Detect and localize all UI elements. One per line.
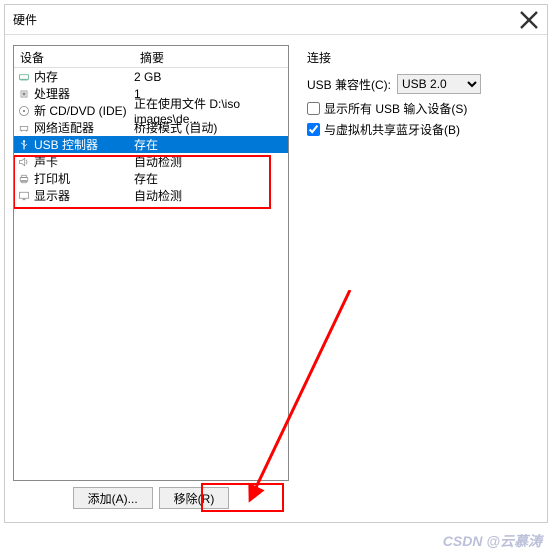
device-summary: 存在 [132,170,288,187]
printer-icon [16,173,32,185]
sound-icon [16,156,32,168]
device-summary: 2 GB [132,70,288,84]
show-all-usb-row[interactable]: 显示所有 USB 输入设备(S) [307,100,535,117]
device-row[interactable]: 新 CD/DVD (IDE)正在使用文件 D:\iso images\de... [14,102,288,119]
bottom-buttons: 添加(A)... 移除(R) [13,481,289,515]
device-label: 打印机 [32,170,132,187]
compat-select[interactable]: USB 2.0 [397,74,481,94]
device-summary: 桥接模式 (自动) [132,119,288,136]
cd-icon [16,105,32,117]
header-device: 设备 [14,46,134,67]
device-row[interactable]: 显示器自动检测 [14,187,288,204]
content-area: 设备 摘要 内存2 GB处理器1新 CD/DVD (IDE)正在使用文件 D:\… [5,35,547,523]
titlebar: 硬件 [5,5,547,35]
compat-row: USB 兼容性(C): USB 2.0 [307,74,535,94]
device-row[interactable]: 声卡自动检测 [14,153,288,170]
cpu-icon [16,88,32,100]
share-bluetooth-label: 与虚拟机共享蓝牙设备(B) [324,121,460,138]
connection-title: 连接 [307,49,535,66]
memory-icon [16,71,32,83]
display-icon [16,190,32,202]
list-header: 设备 摘要 [14,46,288,68]
watermark: CSDN @云慕涛 [443,531,542,551]
device-list[interactable]: 设备 摘要 内存2 GB处理器1新 CD/DVD (IDE)正在使用文件 D:\… [13,45,289,481]
device-label: 内存 [32,68,132,85]
add-button[interactable]: 添加(A)... [73,487,153,509]
device-label: 网络适配器 [32,119,132,136]
device-summary: 自动检测 [132,187,288,204]
left-panel: 设备 摘要 内存2 GB处理器1新 CD/DVD (IDE)正在使用文件 D:\… [13,45,289,519]
close-icon [519,10,539,30]
network-icon [16,122,32,134]
share-bluetooth-row[interactable]: 与虚拟机共享蓝牙设备(B) [307,121,535,138]
device-label: 显示器 [32,187,132,204]
device-label: 新 CD/DVD (IDE) [32,102,132,119]
show-all-usb-checkbox[interactable] [307,102,320,115]
device-row[interactable]: 内存2 GB [14,68,288,85]
share-bluetooth-checkbox[interactable] [307,123,320,136]
show-all-usb-label: 显示所有 USB 输入设备(S) [324,100,467,117]
hardware-dialog: 硬件 设备 摘要 内存2 GB处理器1新 CD/DVD (IDE)正在使用文件 … [4,4,548,523]
compat-label: USB 兼容性(C): [307,76,391,93]
device-summary: 自动检测 [132,153,288,170]
close-button[interactable] [519,10,539,30]
window-title: 硬件 [13,11,37,28]
device-label: 声卡 [32,153,132,170]
right-panel: 连接 USB 兼容性(C): USB 2.0 显示所有 USB 输入设备(S) … [289,45,539,519]
device-row[interactable]: 打印机存在 [14,170,288,187]
device-label: 处理器 [32,85,132,102]
device-summary: 存在 [132,136,288,153]
header-summary: 摘要 [134,46,288,67]
device-row[interactable]: 网络适配器桥接模式 (自动) [14,119,288,136]
device-label: USB 控制器 [32,136,132,153]
device-row[interactable]: USB 控制器存在 [14,136,288,153]
remove-button[interactable]: 移除(R) [159,487,230,509]
usb-icon [16,139,32,151]
